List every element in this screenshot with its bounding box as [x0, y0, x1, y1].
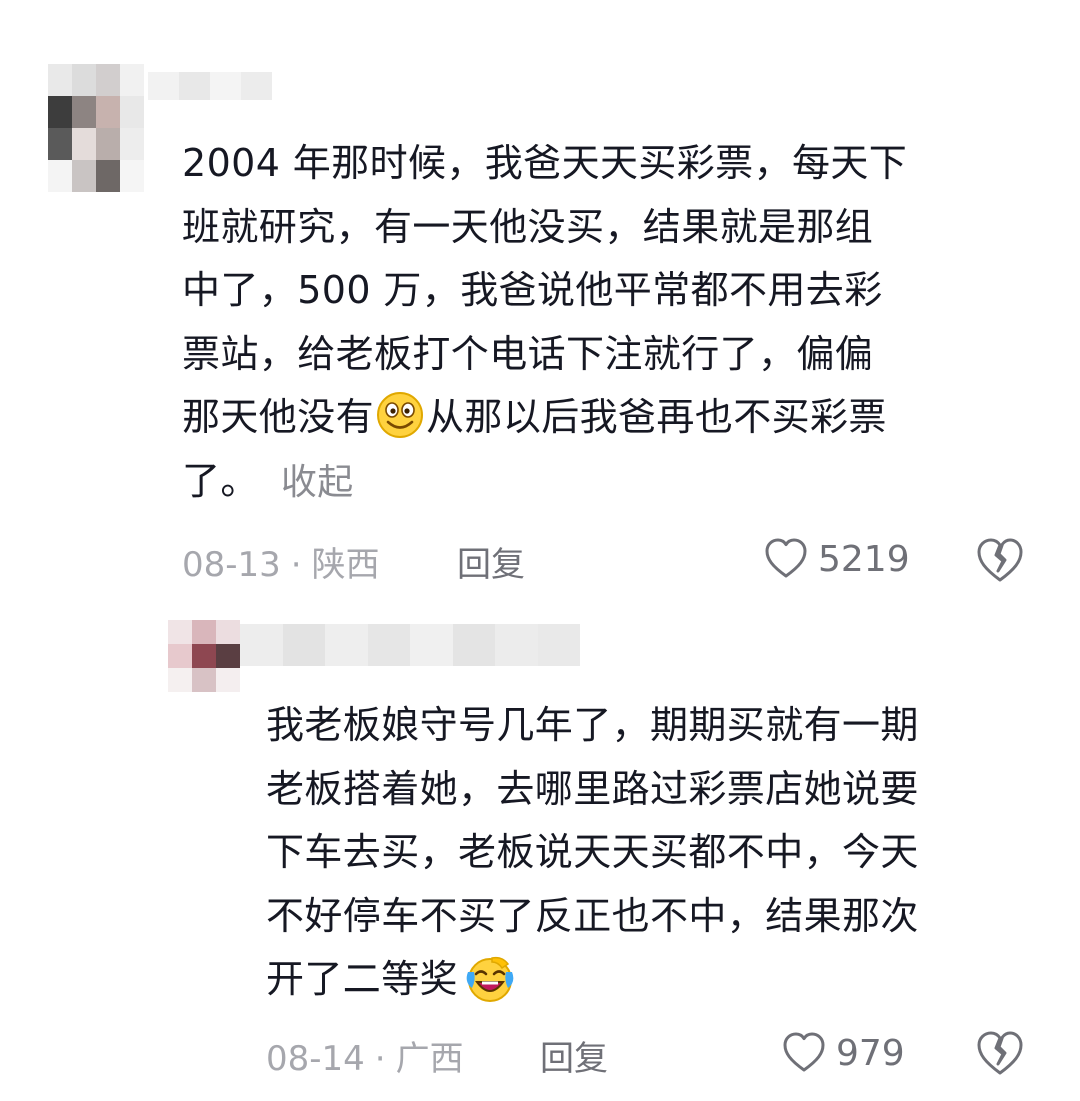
laughing-crying-emoji-icon — [466, 956, 514, 1002]
username[interactable] — [240, 624, 580, 666]
like-count: 5219 — [818, 538, 910, 580]
heart-icon — [783, 1032, 825, 1072]
comment-meta: 08-14 · 广西 — [266, 1031, 464, 1080]
like-button[interactable]: 979 — [780, 1029, 905, 1077]
comment-text-line: 老板搭着她，去哪里路过彩票店她说要 — [266, 766, 919, 811]
broken-heart-icon[interactable] — [974, 535, 1026, 587]
like-button[interactable]: 5219 — [762, 535, 910, 583]
comment-text-line: 我老板娘守号几年了，期期买就有一期 — [266, 703, 919, 747]
comment-location: 广西 — [395, 1039, 464, 1079]
reply-comment-item: 我老板娘守号几年了，期期买就有一期 老板搭着她，去哪里路过彩票店她说要 下车去买… — [0, 0, 1080, 1079]
comment-location: 陕西 — [311, 545, 380, 585]
comment-date: 08-13 — [182, 545, 281, 585]
comment-text-line: 开了二等奖 — [266, 948, 919, 1012]
reply-button[interactable]: 回复 — [457, 537, 525, 586]
comment-text-line: 不好停车不买了反正也不中，结果那次 — [266, 893, 919, 938]
comment-text: 我老板娘守号几年了，期期买就有一期 老板搭着她，去哪里路过彩票店她说要 下车去买… — [266, 694, 919, 1012]
avatar[interactable] — [168, 620, 240, 692]
comment-date: 08-14 — [266, 1039, 365, 1079]
comment-meta: 08-13 · 陕西 — [182, 537, 380, 586]
reply-button[interactable]: 回复 — [540, 1031, 608, 1080]
comment-text-line: 下车去买，老板说天天买都不中，今天 — [266, 830, 919, 874]
comment-text-segment: 开了二等奖 — [266, 957, 459, 1001]
broken-heart-icon[interactable] — [974, 1028, 1026, 1080]
meta-separator: · — [374, 1039, 386, 1079]
meta-separator: · — [290, 545, 302, 585]
heart-icon — [765, 538, 807, 578]
like-count: 979 — [836, 1032, 905, 1074]
